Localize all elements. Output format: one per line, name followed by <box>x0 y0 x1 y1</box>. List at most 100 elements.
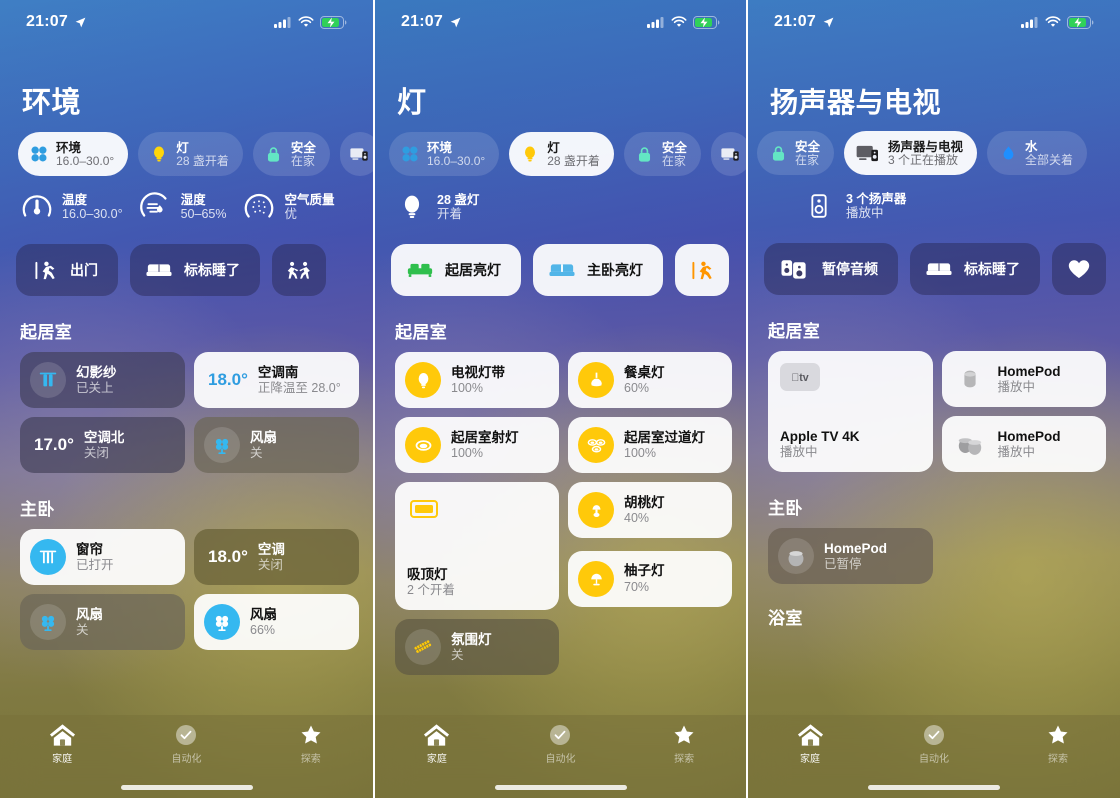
tab-automation[interactable]: 自动化 <box>889 722 979 765</box>
category-chip-row[interactable]: 安全 在家 扬声器与电视 3 个正在播放 水 全部关着 <box>746 117 1120 176</box>
tile-name: 吸顶灯 <box>407 567 448 583</box>
chip-security[interactable]: 安全 在家 <box>252 132 330 177</box>
tab-discover[interactable]: 探索 <box>266 722 356 765</box>
scene-bedroom-lights-on[interactable]: 主卧亮灯 <box>533 244 663 297</box>
summary-humidity[interactable]: 湿度 50–65% <box>139 190 227 224</box>
table-lamp-icon <box>578 492 614 529</box>
strip-light-icon <box>405 629 441 666</box>
tile-state: 2 个开着 <box>407 583 455 598</box>
tile-ac-north[interactable]: 17.0° 空调北 关闭 <box>20 417 185 474</box>
tile-tv-lightstrip[interactable]: 电视灯带 100% <box>395 352 559 409</box>
category-chip-row[interactable]: 环境 16.0–30.0° 灯 28 盏开着 安全 在家 <box>375 118 746 177</box>
chip-lights-partial[interactable] <box>746 131 747 175</box>
chip-lights[interactable]: 灯 28 盏开着 <box>138 132 243 177</box>
tile-name: 胡桃灯 <box>624 494 665 510</box>
tile-name: 餐桌灯 <box>624 364 665 380</box>
tile-ac-south[interactable]: 18.0° 空调南 正降温至 28.0° <box>194 352 359 409</box>
tab-home[interactable]: 家庭 <box>392 722 482 765</box>
scene-people[interactable] <box>272 244 326 297</box>
scene-label: 出门 <box>70 262 98 279</box>
tile-living-hall-lights[interactable]: 起居室过道灯 100% <box>568 417 732 474</box>
status-bar: 21:07 <box>748 0 1120 44</box>
tile-grid: tv Apple TV 4K 播放中 HomePod 播放中 <box>768 351 1106 473</box>
chip-speakers-tv[interactable] <box>339 132 373 177</box>
tile-living-spotlight[interactable]: 起居室射灯 100% <box>395 417 559 474</box>
tile-homepod-bedroom[interactable]: HomePod 已暂停 <box>768 528 933 585</box>
chip-speakers-tv[interactable]: 扬声器与电视 3 个正在播放 <box>844 131 978 176</box>
chip-subtitle: 16.0–30.0° <box>56 153 115 168</box>
summary-lights[interactable]: 28 盏灯 开着 <box>395 190 479 224</box>
tile-state: 40% <box>624 511 650 526</box>
chip-water[interactable]: 水 全部关着 <box>987 131 1088 176</box>
tile-walnut-lamp[interactable]: 胡桃灯 40% <box>568 482 732 539</box>
scene-pause-audio[interactable]: 暂停音频 <box>764 243 898 296</box>
room-section-master-bedroom: 主卧 HomePod 已暂停 <box>748 472 1120 585</box>
location-arrow-icon <box>75 17 86 27</box>
tile-blinds[interactable]: 窗帘 已打开 <box>20 529 185 586</box>
scene-walk-out[interactable] <box>675 244 729 297</box>
scene-row[interactable]: 暂停音频 标标睡了 <box>748 223 1120 296</box>
scene-row[interactable]: 出门 标标睡了 <box>0 224 373 297</box>
tile-grid: HomePod 已暂停 <box>768 528 1106 585</box>
summary-temperature[interactable]: 温度 16.0–30.0° <box>20 190 123 224</box>
chip-security[interactable]: 安全 在家 <box>757 131 835 176</box>
room-section-bathroom: 浴室 <box>748 584 1120 629</box>
tile-name: 柚子灯 <box>624 563 665 579</box>
summary-value: 50–65% <box>180 207 227 222</box>
tab-label: 自动化 <box>171 754 202 765</box>
summary-air-quality[interactable]: 空气质量 优 <box>242 190 335 224</box>
summary-speakers[interactable]: 3 个扬声器 播放中 <box>804 189 906 223</box>
section-title: 主卧 <box>768 499 803 519</box>
walk-orange-icon <box>689 259 715 281</box>
room-section-living-room: 起居室 tv Apple TV 4K 播放中 Home <box>748 295 1120 473</box>
tile-ambient-light[interactable]: 氛围灯 关 <box>395 619 559 676</box>
tile-ac-bedroom[interactable]: 18.0° 空调 关闭 <box>194 529 359 586</box>
scene-row[interactable]: 起居亮灯 主卧亮灯 <box>375 224 746 297</box>
chip-climate[interactable]: 环境 16.0–30.0° <box>389 132 500 177</box>
chip-title: 灯 <box>547 140 560 155</box>
wifi-icon <box>671 16 687 27</box>
chip-title: 安全 <box>661 140 687 155</box>
tab-discover[interactable]: 探索 <box>1013 722 1103 765</box>
homepod-icon <box>952 361 988 397</box>
tile-name: HomePod <box>824 540 888 556</box>
chip-security[interactable]: 安全 在家 <box>623 132 701 177</box>
scene-favorite[interactable] <box>1052 243 1106 296</box>
scene-biaobiao-sleep[interactable]: 标标睡了 <box>130 244 260 297</box>
tab-label: 家庭 <box>426 754 447 765</box>
homepod-pair-icon <box>952 426 988 462</box>
tile-ceiling-light[interactable]: 吸顶灯 2 个开着 <box>395 482 559 611</box>
tab-home[interactable]: 家庭 <box>765 722 855 765</box>
tile-name: 空调北 <box>83 429 125 445</box>
location-arrow-icon <box>823 17 834 27</box>
tile-apple-tv-4k[interactable]: tv Apple TV 4K 播放中 <box>768 351 933 473</box>
tab-automation[interactable]: 自动化 <box>515 722 605 765</box>
scene-biaobiao-sleep[interactable]: 标标睡了 <box>910 243 1040 296</box>
home-indicator <box>120 785 253 790</box>
tab-home[interactable]: 家庭 <box>17 722 107 765</box>
tile-state: 播放中 <box>997 444 1036 459</box>
tile-pomelo-lamp[interactable]: 柚子灯 70% <box>568 550 732 607</box>
scene-leave-home[interactable]: 出门 <box>16 244 118 297</box>
category-chip-row[interactable]: 环境 16.0–30.0° 灯 28 盏开着 安全 在家 <box>0 118 373 177</box>
tile-fan-bedroom-off[interactable]: 风扇 关 <box>20 594 185 651</box>
tab-discover[interactable]: 探索 <box>639 722 729 765</box>
tile-homepod-living-1[interactable]: HomePod 播放中 <box>941 351 1106 408</box>
status-time: 21:07 <box>401 13 443 30</box>
tile-curtain-shadow[interactable]: 幻影纱 已关上 <box>20 352 185 409</box>
air-quality-gauge-icon <box>242 190 276 224</box>
tile-fan-bedroom-on[interactable]: 风扇 66% <box>194 594 359 651</box>
homepod-mini-icon <box>778 538 814 575</box>
scene-living-room-lights-on[interactable]: 起居亮灯 <box>391 244 521 297</box>
tile-fan-living[interactable]: 风扇 关 <box>194 417 359 474</box>
tile-name: Apple TV 4K <box>780 429 860 445</box>
status-bar-left: 21:07 <box>26 13 87 31</box>
summary-label: 3 个扬声器 <box>846 191 907 206</box>
chip-speakers-tv[interactable] <box>710 132 746 177</box>
chip-lights[interactable]: 灯 28 盏开着 <box>509 132 614 177</box>
tile-homepod-living-2[interactable]: HomePod 播放中 <box>941 416 1106 473</box>
tile-dining-lamp[interactable]: 餐桌灯 60% <box>568 352 732 409</box>
water-drop-icon <box>998 143 1018 163</box>
chip-climate[interactable]: 环境 16.0–30.0° <box>18 132 129 177</box>
tab-automation[interactable]: 自动化 <box>141 722 231 765</box>
